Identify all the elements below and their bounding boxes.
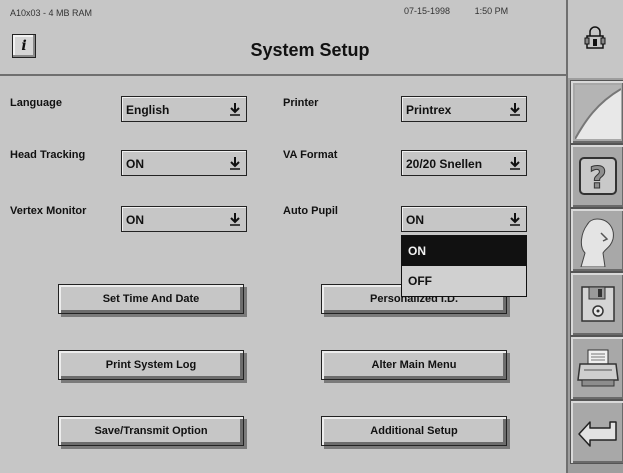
system-info: A10x03 - 4 MB RAM — [10, 8, 93, 18]
dropdown-arrow-icon — [506, 100, 524, 118]
printer-icon — [576, 349, 619, 387]
language-label: Language — [10, 97, 62, 109]
info-button[interactable]: i — [12, 34, 36, 58]
dropdown-arrow-icon — [506, 210, 524, 228]
time-display: 1:50 PM — [474, 6, 509, 16]
dropdown-arrow-icon — [226, 210, 244, 228]
head-tracking-select[interactable]: ON — [121, 150, 247, 176]
auto-pupil-value: ON — [406, 213, 424, 227]
vertex-monitor-label: Vertex Monitor — [10, 205, 87, 217]
dropdown-arrow-icon — [226, 154, 244, 172]
patient-profile-icon — [574, 213, 621, 267]
dropdown-option-on[interactable]: ON — [402, 236, 526, 266]
chart-curve-button[interactable] — [570, 80, 623, 144]
print-button[interactable] — [570, 336, 623, 400]
save-disk-button[interactable] — [570, 272, 623, 336]
svg-text:?: ? — [589, 161, 606, 196]
system-setup-screen: A10x03 - 4 MB RAM 07-15-1998 1:50 PM i S… — [0, 0, 623, 473]
auto-pupil-dropdown-list: ON OFF — [401, 235, 527, 297]
va-format-select[interactable]: 20/20 Snellen — [401, 150, 527, 176]
date-display: 07-15-1998 — [404, 6, 451, 16]
page-title: System Setup — [250, 40, 370, 60]
dropdown-option-off[interactable]: OFF — [402, 266, 526, 296]
head-tracking-label: Head Tracking — [10, 149, 86, 161]
head-tracking-value: ON — [126, 157, 144, 171]
right-icon-rail: ? — [566, 0, 623, 473]
auto-pupil-select[interactable]: ON — [401, 206, 527, 232]
print-system-log-button[interactable]: Print System Log — [58, 350, 244, 380]
header-bar: A10x03 - 4 MB RAM 07-15-1998 1:50 PM i S… — [0, 0, 566, 76]
help-button[interactable]: ? — [570, 144, 623, 208]
printer-label: Printer — [283, 97, 319, 109]
return-arrow-icon — [577, 421, 617, 447]
language-value: English — [126, 103, 170, 117]
va-format-value: 20/20 Snellen — [406, 157, 483, 171]
save-transmit-option-button[interactable]: Save/Transmit Option — [58, 416, 244, 446]
floppy-disk-icon — [580, 286, 615, 322]
lock-icon[interactable] — [584, 26, 606, 50]
date-time: 07-15-1998 1:50 PM — [404, 6, 508, 16]
rail-top-panel — [568, 0, 623, 78]
chart-curve-icon — [574, 85, 621, 139]
return-button[interactable] — [570, 400, 623, 464]
printer-value: Printrex — [406, 103, 452, 117]
printer-select[interactable]: Printrex — [401, 96, 527, 122]
dropdown-arrow-icon — [506, 154, 524, 172]
auto-pupil-label: Auto Pupil — [283, 205, 338, 217]
patient-profile-button[interactable] — [570, 208, 623, 272]
vertex-monitor-value: ON — [126, 213, 144, 227]
set-time-date-button[interactable]: Set Time And Date — [58, 284, 244, 314]
additional-setup-button[interactable]: Additional Setup — [321, 416, 507, 446]
alter-main-menu-button[interactable]: Alter Main Menu — [321, 350, 507, 380]
va-format-label: VA Format — [283, 149, 338, 161]
dropdown-arrow-icon — [226, 100, 244, 118]
language-select[interactable]: English — [121, 96, 247, 122]
help-question-icon: ? — [578, 157, 617, 197]
vertex-monitor-select[interactable]: ON — [121, 206, 247, 232]
